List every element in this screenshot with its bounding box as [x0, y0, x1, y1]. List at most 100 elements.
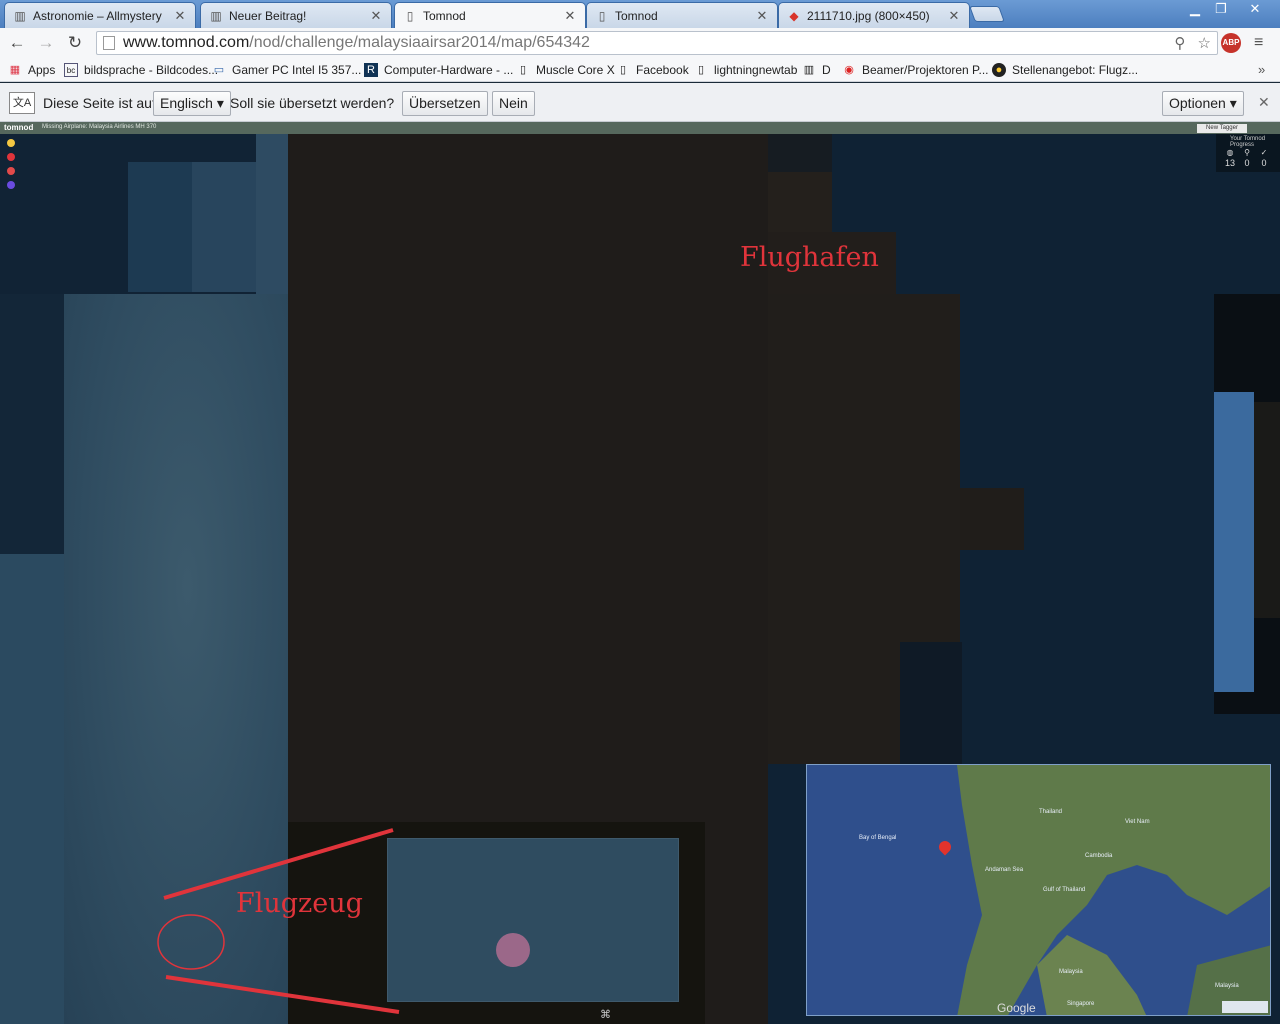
browser-toolbar: ← → ↻ www.tomnod.com/nod/challenge/malay…	[0, 28, 1280, 58]
ocean-tile	[900, 642, 962, 764]
chevron-down-icon: ▾	[216, 95, 224, 111]
minimap-label: Malaysia	[1059, 969, 1083, 975]
satellite-tile-edge	[1254, 402, 1280, 618]
highlight-marker	[496, 933, 530, 967]
zoom-inset	[387, 838, 679, 1002]
bookmark-bildsprache[interactable]: bc bildsprache - Bildcodes...	[64, 62, 218, 78]
apps-grid-icon: ▦	[9, 64, 21, 76]
page-icon: ▯	[519, 64, 527, 76]
page-icon: ▯	[619, 64, 627, 76]
minimap-label: Viet Nam	[1125, 819, 1150, 825]
tab-close-icon[interactable]: ✕	[947, 8, 961, 24]
tab-close-icon[interactable]: ✕	[755, 8, 769, 24]
bookmark-label: Gamer PC Intel I5 357...	[232, 63, 362, 77]
bookmark-label: Stellenangebot: Flugz...	[1012, 63, 1139, 77]
bookmark-label: bildsprache - Bildcodes...	[84, 63, 219, 77]
chevron-down-icon: ▾	[1229, 95, 1237, 111]
bookmarks-overflow-icon[interactable]: »	[1258, 62, 1265, 77]
tomnod-logo: tomnod	[4, 123, 34, 132]
overview-minimap[interactable]: Bay of Bengal Andaman Sea Thailand Viet …	[806, 764, 1271, 1016]
translate-button[interactable]: Übersetzen	[402, 91, 488, 116]
progress-panel: Your Tomnod Progress ◍ ⚲ ✓ 13 0 0	[1216, 134, 1280, 172]
bookmark-apps[interactable]: ▦ Apps	[8, 62, 56, 78]
bookmark-beamer[interactable]: ◉ Beamer/Projektoren P...	[842, 62, 988, 78]
tab-neuer-beitrag[interactable]: ▥ Neuer Beitrag! ✕	[200, 2, 392, 28]
tab-tomnod[interactable]: ▯ Tomnod ✕	[586, 2, 778, 28]
legend-dot-icon[interactable]	[7, 139, 15, 147]
minimap-label: Thailand	[1039, 809, 1063, 815]
ocean-tile	[0, 294, 64, 554]
tab-close-icon[interactable]: ✕	[173, 8, 187, 24]
tab-close-icon[interactable]: ✕	[563, 8, 577, 24]
new-tab-button[interactable]	[969, 6, 1005, 22]
no-translate-button[interactable]: Nein	[492, 91, 535, 116]
hardware-favicon-icon: R	[364, 63, 378, 77]
map-type-controls[interactable]	[1222, 1001, 1268, 1013]
minimap-label: Bay of Bengal	[859, 835, 897, 841]
page-icon: ▯	[598, 8, 606, 23]
window-close-icon[interactable]: ✕	[1242, 0, 1268, 20]
options-button[interactable]: Optionen ▾	[1162, 91, 1244, 116]
legend-dot-icon[interactable]	[7, 167, 15, 175]
address-bar[interactable]: www.tomnod.com/nod/challenge/malaysiaair…	[96, 31, 1218, 55]
pin-icon: ⚲	[1244, 148, 1250, 157]
menu-icon[interactable]: ≡	[1254, 34, 1263, 52]
language-value: Englisch	[160, 95, 213, 111]
new-tagger-button[interactable]: New Tagger	[1197, 124, 1247, 133]
forward-icon[interactable]: →	[35, 33, 57, 53]
annotation-plane: Flugzeug	[236, 888, 363, 919]
bookmark-lightningnewtab[interactable]: ▯ lightningnewtab	[694, 62, 797, 78]
translate-question: Soll sie übersetzt werden?	[230, 95, 395, 111]
url-text: www.tomnod.com/nod/challenge/malaysiaair…	[123, 34, 590, 52]
satellite-tile-edge	[1214, 392, 1254, 692]
tab-strip: ▥ Astronomie – Allmystery ✕ ▥ Neuer Beit…	[0, 0, 1280, 28]
bookmark-computer-hardware[interactable]: R Computer-Hardware - ...	[364, 62, 513, 78]
tab-image[interactable]: ◆ 2111710.jpg (800×450) ✕	[778, 2, 970, 28]
minimize-icon[interactable]: ▁	[1182, 0, 1208, 20]
bookmark-gamer-pc[interactable]: ▭ Gamer PC Intel I5 357...	[212, 62, 362, 78]
progress-label: Your Tomnod Progress	[1230, 136, 1266, 148]
tab-close-icon[interactable]: ✕	[369, 8, 383, 24]
cursor-icon: ⌘	[600, 1009, 611, 1021]
tab-label: Tomnod	[423, 8, 466, 23]
tab-allmystery[interactable]: ▥ Astronomie – Allmystery ✕	[4, 2, 196, 28]
allmystery-favicon-icon: ▥	[14, 8, 26, 23]
bookmark-label: Computer-Hardware - ...	[384, 63, 514, 77]
satellite-tile	[128, 162, 192, 292]
stat-value: 13	[1224, 158, 1235, 168]
reload-icon[interactable]: ↻	[64, 33, 86, 53]
maximize-icon[interactable]: ❐	[1208, 0, 1234, 20]
url-path: /nod/challenge/malaysiaairsar2014/map/65…	[249, 34, 590, 51]
minimap-label: Gulf of Thailand	[1043, 887, 1086, 893]
adblock-plus-icon[interactable]: ABP	[1221, 33, 1241, 53]
bookmark-label: D	[822, 63, 831, 77]
stat-value: 0	[1244, 158, 1250, 168]
search-icon[interactable]: ⚲	[1174, 35, 1185, 52]
satellite-tile	[192, 162, 256, 292]
satellite-tile	[0, 554, 64, 1024]
ocean-tile	[832, 134, 1214, 224]
bookmark-facebook[interactable]: ▯ Facebook	[616, 62, 689, 78]
bookmark-stellenangebot[interactable]: ● Stellenangebot: Flugz...	[992, 62, 1138, 78]
minimap-land	[957, 765, 1270, 1015]
back-icon[interactable]: ←	[6, 33, 28, 53]
page-icon: ▯	[697, 64, 705, 76]
tab-label: Astronomie – Allmystery	[33, 8, 162, 23]
translate-prefix: Diese Seite ist auf	[43, 95, 156, 111]
minimap-label: Malaysia	[1215, 983, 1239, 989]
bookmark-d[interactable]: ▥ D	[802, 62, 831, 78]
url-host: www.tomnod.com	[123, 34, 250, 51]
legend-dot-icon[interactable]	[7, 153, 15, 161]
tab-tomnod-active[interactable]: ▯ Tomnod ✕	[394, 2, 586, 28]
language-select[interactable]: Englisch ▾	[153, 91, 231, 116]
tab-label: Tomnod	[615, 8, 658, 23]
legend-dot-icon[interactable]	[7, 181, 15, 189]
bookmark-muscle-core[interactable]: ▯ Muscle Core X	[516, 62, 615, 78]
satellite-tile	[960, 488, 1024, 550]
bookmark-label: Facebook	[636, 63, 689, 77]
star-icon[interactable]: ☆	[1198, 35, 1211, 52]
beamer-favicon-icon: ◉	[844, 64, 854, 76]
close-icon[interactable]: ✕	[1258, 94, 1270, 111]
tomnod-map[interactable]: tomnod Missing Airplane: Malaysia Airlin…	[0, 122, 1280, 1024]
map-header: tomnod Missing Airplane: Malaysia Airlin…	[0, 122, 1280, 134]
